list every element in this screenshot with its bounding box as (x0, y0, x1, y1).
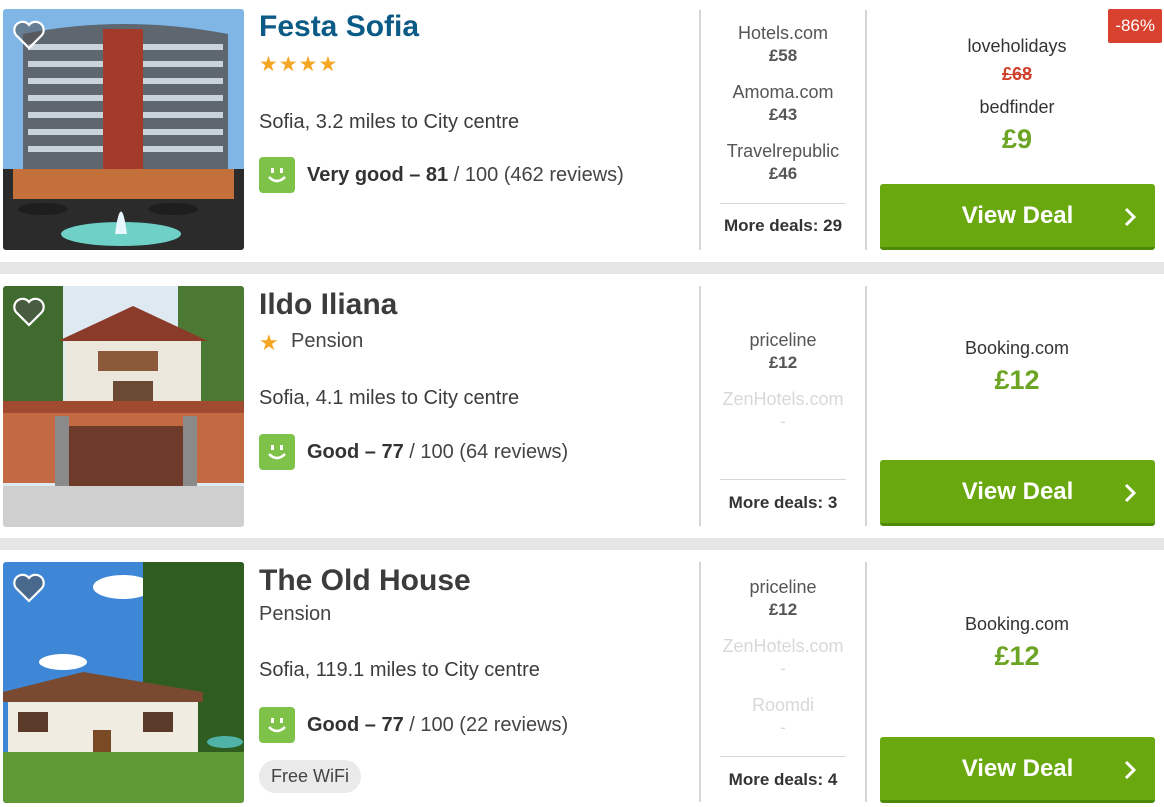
view-deal-button[interactable]: View Deal (880, 460, 1155, 526)
deal-item[interactable]: priceline £12 (703, 577, 863, 620)
favorite-heart-icon[interactable] (12, 296, 46, 328)
deal-price: £12 (768, 353, 798, 372)
divider (699, 562, 701, 802)
hotel-card: Festa Sofia ★★★★ Sofia, 3.2 miles to Cit… (0, 0, 1164, 262)
favorite-heart-icon[interactable] (12, 572, 46, 604)
rating-review-count: / 100 (64 reviews) (403, 440, 569, 463)
deal-provider: Roomdi (751, 695, 815, 715)
review-rating[interactable]: Good – 77 / 100 (22 reviews) (259, 707, 568, 743)
hotel-location: Sofia, 119.1 miles to City centre (259, 659, 540, 681)
deal-price: £46 (768, 164, 798, 183)
deal-price: - (780, 412, 786, 431)
favorite-heart-icon[interactable] (12, 19, 46, 51)
smiley-icon (259, 707, 295, 743)
view-deal-label: View Deal (961, 477, 1074, 505)
other-deals: priceline £12 ZenHotels.com - More deals… (703, 274, 863, 538)
best-deal: Booking.com £12 View Deal (870, 550, 1164, 807)
smiley-icon (259, 157, 295, 193)
divider (699, 286, 701, 526)
deal-price: £43 (768, 105, 798, 124)
deal-price: £58 (768, 46, 798, 65)
divider (699, 10, 701, 250)
deal-item: Roomdi - (703, 695, 863, 738)
hotel-name-link[interactable]: Ildo Iliana (259, 288, 397, 322)
view-deal-button[interactable]: View Deal (880, 184, 1155, 250)
rating-review-count: / 100 (22 reviews) (403, 713, 569, 736)
rating-score: Very good – 81 (307, 163, 449, 186)
smiley-icon (259, 434, 295, 470)
amenity-tag: Free WiFi (259, 760, 361, 793)
deal-item[interactable]: Hotels.com £58 (703, 23, 863, 66)
best-provider: Booking.com (964, 614, 1070, 634)
divider (865, 562, 867, 802)
deal-provider: ZenHotels.com (722, 389, 844, 409)
deal-price: - (780, 718, 786, 737)
best-price: £9 (1001, 124, 1033, 154)
best-deal: -86% loveholidays £68 bedfinder £9 View … (870, 0, 1164, 262)
divider (865, 10, 867, 250)
review-rating[interactable]: Very good – 81 / 100 (462 reviews) (259, 157, 624, 193)
hotel-photo[interactable] (3, 286, 244, 527)
divider (865, 286, 867, 526)
old-provider: loveholidays (967, 36, 1067, 56)
star-rating-icon: ★ (259, 330, 280, 355)
divider (720, 203, 846, 204)
more-deals-link[interactable]: More deals: 29 (703, 216, 863, 236)
rating-score: Good – 77 (307, 713, 404, 736)
hotel-photo[interactable] (3, 9, 244, 250)
property-type: Pension (291, 330, 364, 352)
view-deal-label: View Deal (961, 754, 1074, 782)
deal-price: - (780, 659, 786, 678)
rating-review-count: / 100 (462 reviews) (448, 163, 624, 186)
chevron-right-icon (1124, 207, 1137, 227)
hotel-name-link[interactable]: Festa Sofia (259, 10, 419, 44)
deal-provider: ZenHotels.com (722, 636, 844, 656)
deal-provider: priceline (749, 330, 817, 350)
property-type: Pension (259, 603, 332, 625)
hotel-photo[interactable] (3, 562, 244, 803)
view-deal-button[interactable]: View Deal (880, 737, 1155, 803)
best-price: £12 (994, 641, 1040, 671)
chevron-right-icon (1124, 760, 1137, 780)
deal-provider: priceline (749, 577, 817, 597)
deal-item[interactable]: Amoma.com £43 (703, 82, 863, 125)
chevron-right-icon (1124, 483, 1137, 503)
hotel-card: Ildo Iliana ★ Pension Sofia, 4.1 miles t… (0, 274, 1164, 538)
hotel-card: The Old House Pension Sofia, 119.1 miles… (0, 550, 1164, 807)
rating-score: Good – 77 (307, 440, 404, 463)
deal-item[interactable]: Travelrepublic £46 (703, 141, 863, 184)
old-price: £68 (1001, 64, 1033, 84)
deal-provider: Travelrepublic (726, 141, 840, 161)
more-deals-link[interactable]: More deals: 3 (703, 493, 863, 513)
star-rating-icon: ★★★★ (259, 53, 339, 76)
best-provider: Booking.com (964, 338, 1070, 358)
deal-provider: Amoma.com (732, 82, 834, 102)
hotel-location: Sofia, 3.2 miles to City centre (259, 111, 520, 133)
best-price: £12 (994, 365, 1040, 395)
view-deal-label: View Deal (961, 201, 1074, 229)
more-deals-link[interactable]: More deals: 4 (703, 770, 863, 790)
other-deals: Hotels.com £58 Amoma.com £43 Travelrepub… (703, 0, 863, 262)
review-rating[interactable]: Good – 77 / 100 (64 reviews) (259, 434, 568, 470)
hotel-name-link[interactable]: The Old House (259, 564, 471, 598)
best-provider: bedfinder (979, 97, 1055, 117)
other-deals: priceline £12 ZenHotels.com - Roomdi - M… (703, 550, 863, 807)
deal-price: £12 (768, 600, 798, 619)
hotel-location: Sofia, 4.1 miles to City centre (259, 387, 520, 409)
deal-item: ZenHotels.com - (703, 636, 863, 679)
best-deal: Booking.com £12 View Deal (870, 274, 1164, 538)
divider (720, 479, 846, 480)
divider (720, 756, 846, 757)
deal-item: ZenHotels.com - (703, 389, 863, 432)
deal-item[interactable]: priceline £12 (703, 330, 863, 373)
deal-provider: Hotels.com (737, 23, 829, 43)
